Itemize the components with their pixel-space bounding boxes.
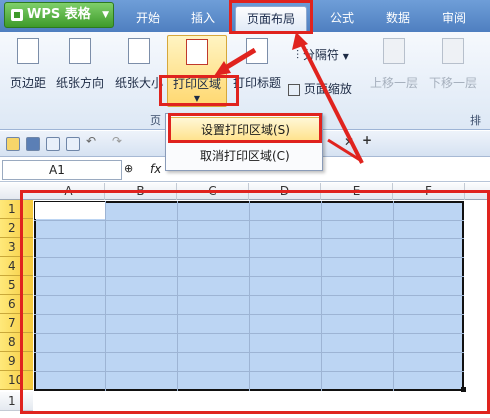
send-backward-label: 下移一层 bbox=[428, 76, 477, 90]
paper-size-button[interactable]: 纸张大小 bbox=[113, 38, 165, 91]
gridline bbox=[393, 201, 394, 391]
bring-forward-label: 上移一层 bbox=[369, 76, 418, 90]
row-header[interactable]: 4 bbox=[0, 257, 33, 276]
open-folder-icon[interactable] bbox=[6, 137, 20, 151]
print-titles-button[interactable]: 打印标题 bbox=[232, 38, 282, 91]
margins-icon bbox=[17, 38, 39, 64]
tab-formulas[interactable]: 公式 bbox=[322, 7, 362, 29]
row-header[interactable]: 1 bbox=[0, 392, 33, 411]
print-area-dropdown: 设置打印区域(S) 取消打印区域(C) bbox=[165, 113, 323, 171]
breaks-label: 分隔符 bbox=[302, 48, 339, 62]
tab-home[interactable]: 开始 bbox=[128, 7, 168, 29]
app-title: WPS 表格 bbox=[27, 7, 91, 22]
redo-icon[interactable]: ↷ bbox=[112, 134, 126, 148]
row-header[interactable]: 9 bbox=[0, 352, 33, 371]
page-scale-button[interactable]: 页面缩放 bbox=[288, 80, 352, 97]
print-titles-label: 打印标题 bbox=[232, 76, 281, 90]
save-icon[interactable] bbox=[26, 137, 40, 151]
chevron-down-icon: ▼ bbox=[102, 10, 109, 20]
gridline bbox=[177, 201, 178, 391]
row-header[interactable]: 1 bbox=[0, 200, 33, 219]
print-area-button[interactable]: 打印区域 ▼ bbox=[167, 35, 227, 107]
group-label-page: 页 bbox=[150, 114, 161, 127]
zoom-icon[interactable]: ⊕ bbox=[124, 162, 133, 175]
column-header[interactable]: F bbox=[393, 183, 465, 200]
name-box[interactable]: A1 bbox=[2, 160, 122, 180]
column-header[interactable]: C bbox=[177, 183, 249, 200]
active-cell[interactable] bbox=[35, 202, 105, 219]
app-menu-button[interactable]: WPS 表格 ▼ bbox=[4, 2, 114, 28]
clear-print-area-item[interactable]: 取消打印区域(C) bbox=[168, 144, 320, 168]
set-print-area-item[interactable]: 设置打印区域(S) bbox=[168, 117, 320, 141]
group-label-arrange: 排 bbox=[470, 114, 481, 127]
chevron-down-icon: ▼ bbox=[193, 94, 201, 103]
title-tab-bar: WPS 表格 ▼ 开始 插入 页面布局 公式 数据 审阅 bbox=[0, 0, 490, 32]
wps-logo-icon bbox=[11, 9, 23, 21]
row-header[interactable]: 7 bbox=[0, 314, 33, 333]
column-header[interactable]: E bbox=[321, 183, 393, 200]
page-scale-label: 页面缩放 bbox=[303, 82, 352, 96]
gridline bbox=[321, 201, 322, 391]
fx-icon[interactable]: fx bbox=[150, 162, 161, 176]
page-scale-icon bbox=[288, 83, 300, 96]
print-icon[interactable] bbox=[46, 137, 60, 151]
breaks-button[interactable]: ⫶ 分隔符 ▼ bbox=[296, 46, 349, 63]
row-headers: 1 2 3 4 5 6 7 8 9 10 1 bbox=[0, 200, 33, 418]
print-preview-icon[interactable] bbox=[66, 137, 80, 151]
paper-size-icon bbox=[128, 38, 150, 64]
row-header[interactable]: 2 bbox=[0, 219, 33, 238]
gridline bbox=[105, 201, 106, 391]
chevron-down-icon: ▼ bbox=[342, 52, 349, 61]
row-header[interactable]: 5 bbox=[0, 276, 33, 295]
row-header[interactable]: 8 bbox=[0, 333, 33, 352]
column-header[interactable]: A bbox=[33, 183, 105, 200]
orientation-label: 纸张方向 bbox=[55, 76, 104, 90]
print-titles-icon bbox=[246, 38, 268, 64]
print-area-icon bbox=[186, 39, 208, 65]
tab-data[interactable]: 数据 bbox=[378, 7, 418, 29]
bring-forward-icon bbox=[383, 38, 405, 64]
tab-review[interactable]: 审阅 bbox=[434, 7, 474, 29]
bring-forward-button[interactable]: 上移一层 bbox=[368, 38, 420, 91]
spreadsheet-grid[interactable]: A B C D E F 1 2 3 4 5 6 7 8 9 10 1 bbox=[0, 183, 490, 418]
column-header[interactable]: B bbox=[105, 183, 177, 200]
margins-button[interactable]: 页边距 bbox=[6, 38, 50, 91]
add-icon[interactable]: + bbox=[362, 133, 376, 147]
print-area-label: 打印区域 bbox=[172, 77, 221, 91]
row-header[interactable]: 3 bbox=[0, 238, 33, 257]
margins-label: 页边距 bbox=[9, 76, 46, 90]
column-header[interactable]: D bbox=[249, 183, 321, 200]
orientation-button[interactable]: 纸张方向 bbox=[54, 38, 106, 91]
send-backward-button[interactable]: 下移一层 bbox=[427, 38, 479, 91]
tab-page-layout[interactable]: 页面布局 bbox=[235, 6, 307, 32]
gridline bbox=[249, 201, 250, 391]
undo-icon[interactable]: ↶ bbox=[86, 134, 100, 148]
tab-insert[interactable]: 插入 bbox=[183, 7, 223, 29]
row-header[interactable]: 6 bbox=[0, 295, 33, 314]
close-icon[interactable]: ✕ bbox=[344, 135, 358, 149]
fill-handle[interactable] bbox=[461, 387, 466, 392]
orientation-icon bbox=[69, 38, 91, 64]
send-backward-icon bbox=[442, 38, 464, 64]
column-headers: A B C D E F bbox=[0, 183, 490, 200]
row-header[interactable]: 10 bbox=[0, 371, 33, 390]
breaks-icon: ⫶ bbox=[296, 48, 300, 62]
paper-size-label: 纸张大小 bbox=[114, 76, 163, 90]
